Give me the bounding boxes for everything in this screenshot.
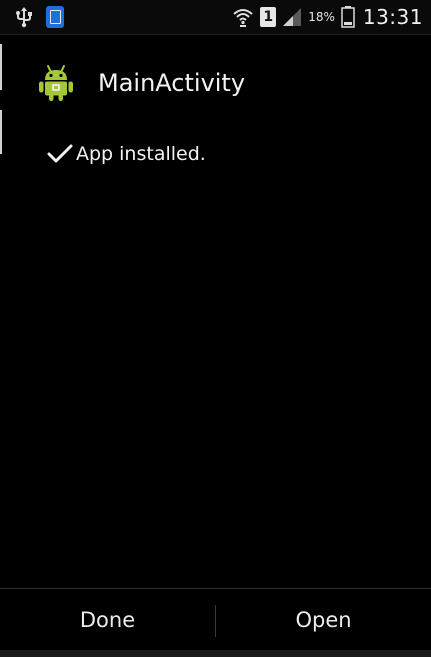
install-status-text: App installed.	[76, 143, 206, 165]
wifi-icon	[233, 9, 253, 27]
bottom-edge	[0, 650, 431, 657]
status-bar-right: 1 18% 13:31	[232, 5, 423, 29]
battery-percent: 18%	[308, 10, 335, 24]
edge-divider	[0, 110, 2, 154]
status-bar: 1 18% 13:31	[0, 0, 431, 35]
status-bar-left	[14, 6, 64, 28]
app-header: MainActivity	[36, 63, 245, 103]
app-title: MainActivity	[98, 69, 246, 97]
sim-icon: 1	[260, 7, 277, 27]
android-icon	[39, 65, 73, 101]
status-clock: 13:31	[362, 5, 423, 29]
note-icon	[46, 6, 64, 28]
usb-icon	[16, 7, 32, 28]
button-bar: Done Open	[0, 588, 431, 651]
check-icon	[47, 144, 73, 163]
signal-icon	[283, 8, 302, 26]
done-button[interactable]: Done	[0, 589, 215, 651]
open-button[interactable]: Open	[216, 589, 431, 651]
edge-divider	[0, 44, 2, 90]
battery-icon	[341, 6, 355, 28]
install-status: App installed.	[46, 142, 206, 166]
